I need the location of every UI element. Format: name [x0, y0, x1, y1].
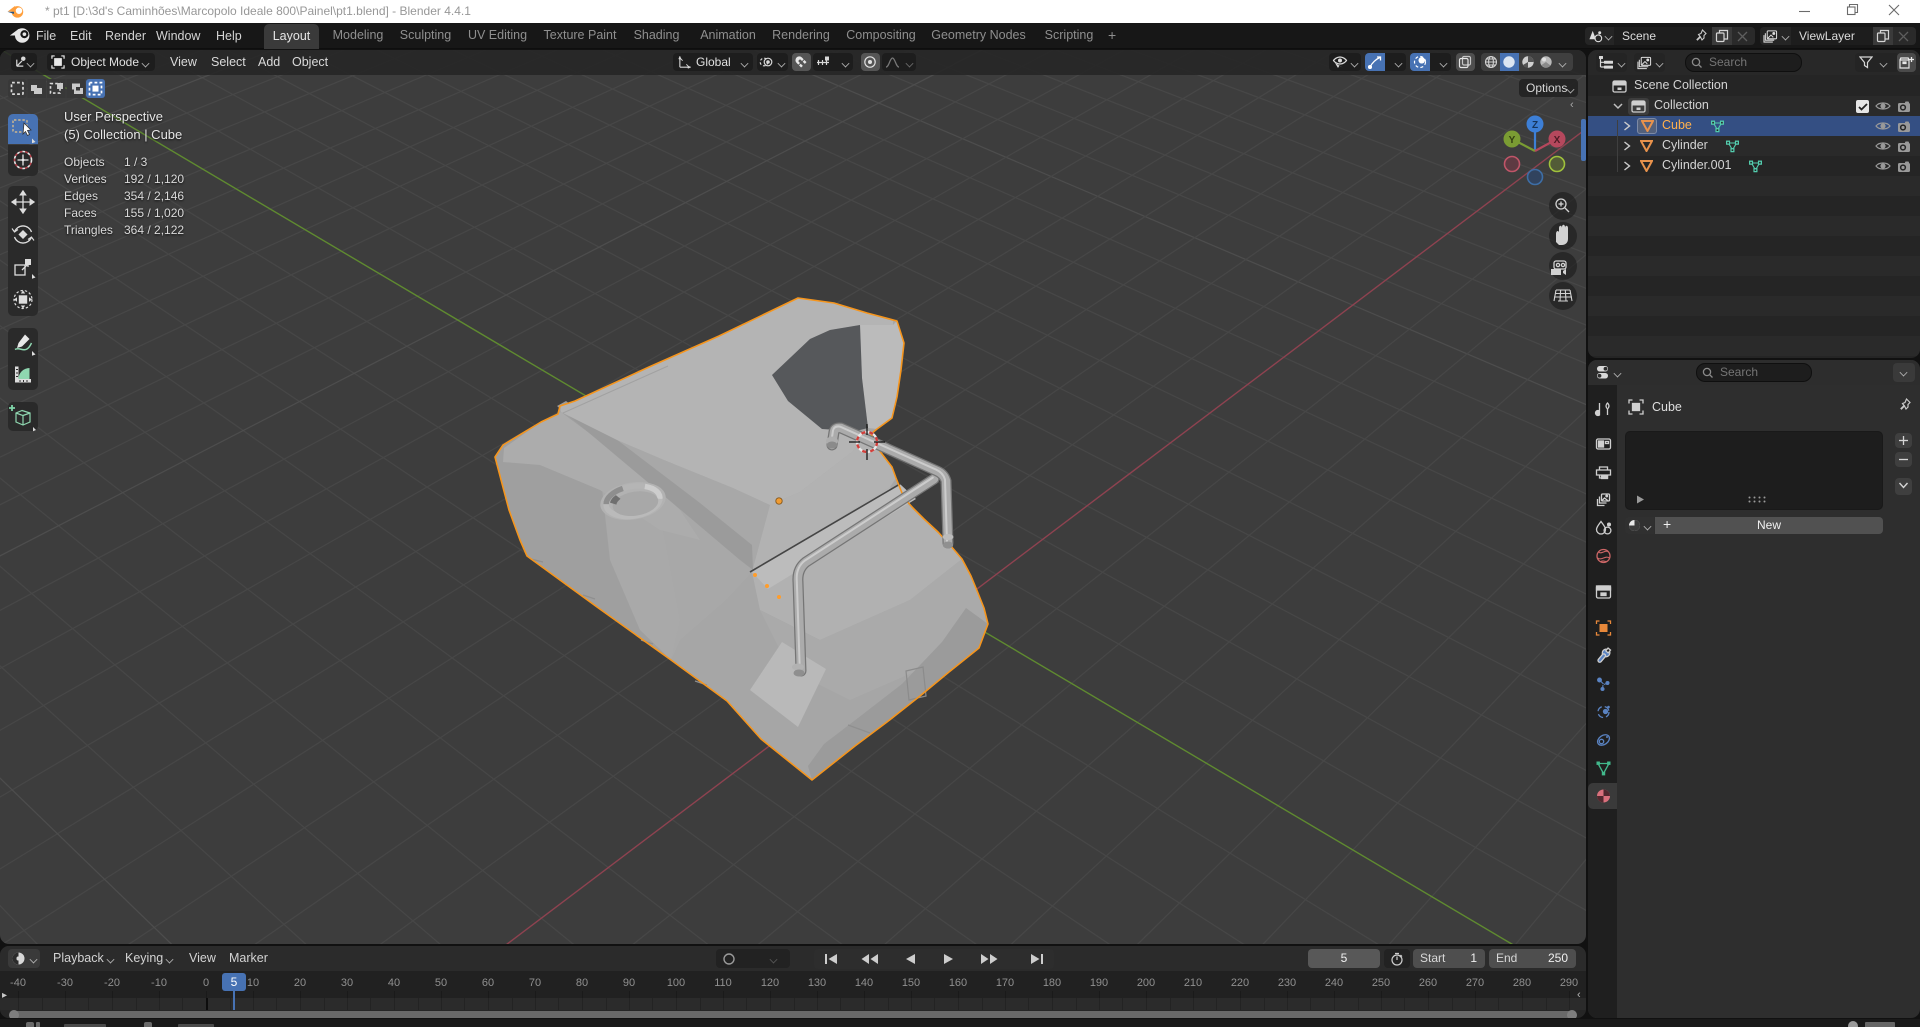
- svg-text:X: X: [1554, 135, 1561, 146]
- svg-text:Z: Z: [1532, 120, 1538, 131]
- svg-text:Y: Y: [1509, 135, 1516, 146]
